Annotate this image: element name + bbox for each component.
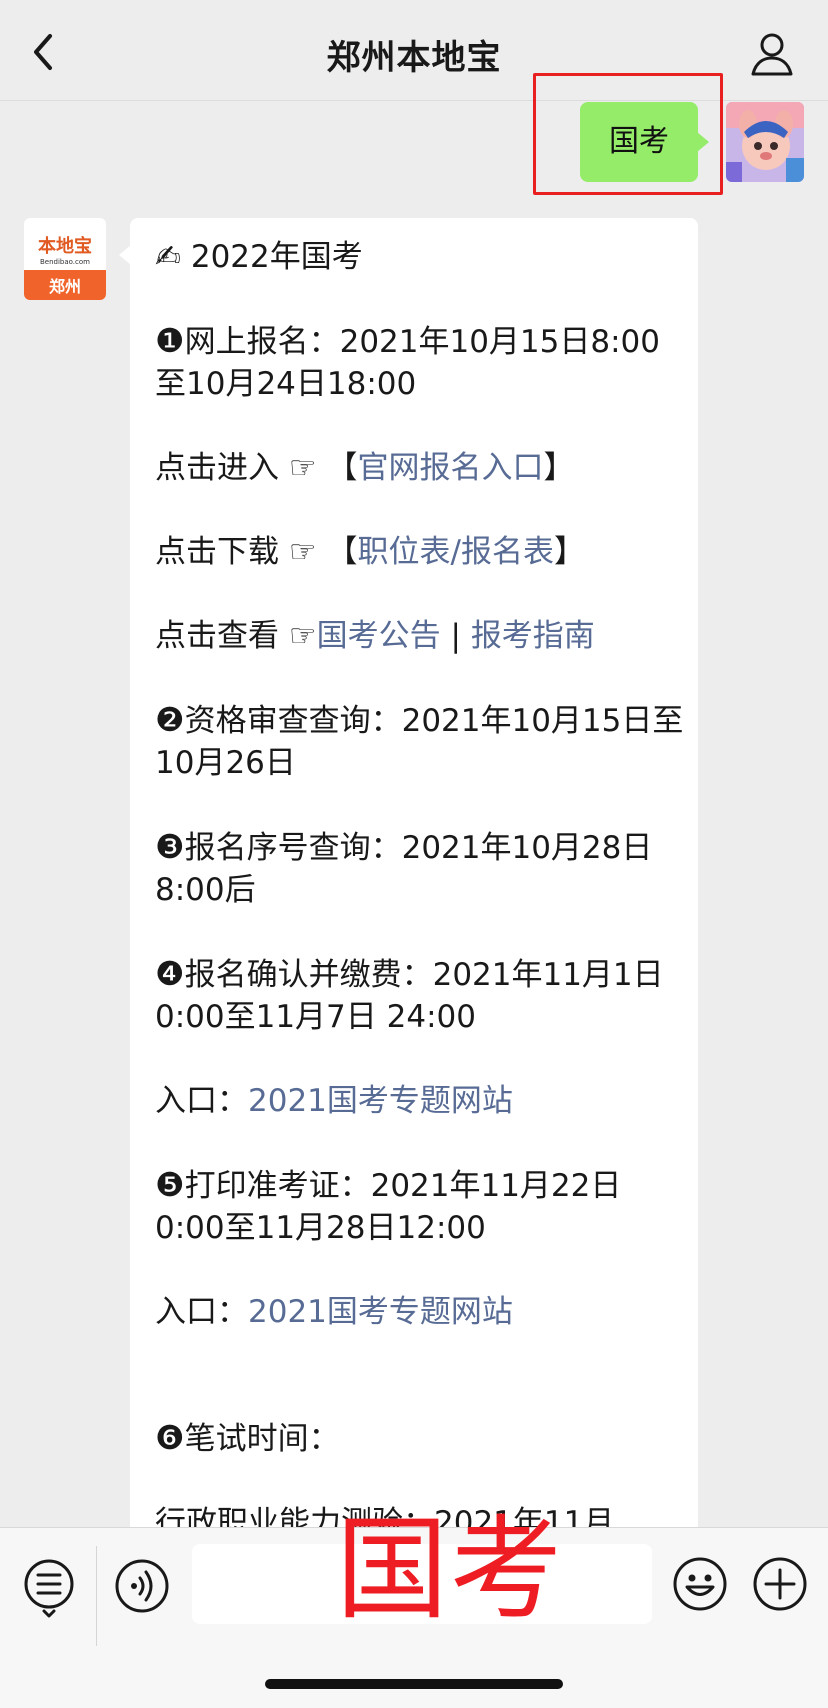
bot-message-bubble: ✍ 2022年国考 ❶网上报名：2021年10月15日8:00至10月24日18… (130, 218, 698, 1530)
bot-avatar-brand-text: 本地宝 (38, 235, 92, 257)
home-indicator (265, 1679, 563, 1689)
step-2-marker: ❷ (155, 700, 185, 739)
bot-avatar-city-text: 郑州 (49, 277, 81, 296)
view-prefix: 点击查看 ☞ (155, 618, 317, 654)
heading-text: 2022年国考 (190, 239, 363, 275)
profile-icon[interactable] (748, 30, 796, 78)
enter-line: 点击进入 ☞ 【官网报名入口】 (155, 447, 685, 489)
user-bubble-tail (697, 132, 709, 152)
step-6-text: 笔试时间： (184, 1421, 340, 1457)
user-message-bubble[interactable]: 国考 (580, 102, 698, 182)
plus-icon[interactable] (752, 1556, 808, 1612)
step-3-marker: ❸ (155, 827, 185, 866)
enter-prefix: 点击进入 ☞ 【 (155, 450, 358, 486)
download-line: 点击下载 ☞ 【职位表/报名表】 (155, 531, 685, 573)
overlay-caption: 国考 (336, 1505, 564, 1635)
view-line: 点击查看 ☞国考公告 | 报考指南 (155, 615, 685, 657)
position-table-link[interactable]: 职位表/报名表 (358, 534, 554, 570)
entry-line-2: 入口：2021国考专题网站 (155, 1291, 685, 1333)
step-2-text: 资格审查查询：2021年10月15日至10月26日 (155, 703, 684, 781)
bot-avatar[interactable]: 本地宝 Bendibao.com 郑州 (24, 218, 106, 300)
page-title: 郑州本地宝 (326, 38, 502, 78)
bar-divider (96, 1546, 97, 1646)
step-3-text: 报名序号查询：2021年10月28日8:00后 (155, 830, 653, 908)
writing-hand-icon: ✍ (155, 239, 181, 275)
voice-icon[interactable] (114, 1558, 170, 1614)
step-6-marker: ❻ (155, 1418, 185, 1457)
step-1-text: 网上报名：2021年10月15日8:00至10月24日18:00 (155, 324, 660, 402)
topic-site-link-2[interactable]: 2021国考专题网站 (248, 1294, 513, 1330)
step-6: ❻笔试时间： (155, 1417, 685, 1460)
official-registration-link[interactable]: 官网报名入口 (358, 450, 544, 486)
bot-message-body: ✍ 2022年国考 ❶网上报名：2021年10月15日8:00至10月24日18… (155, 236, 685, 1530)
entry-2-prefix: 入口： (155, 1294, 248, 1330)
step-4: ❹报名确认并缴费：2021年11月1日0:00至11月7日 24:00 (155, 953, 685, 1038)
emoji-icon[interactable] (672, 1556, 728, 1612)
entry-1-prefix: 入口： (155, 1083, 248, 1119)
step-4-marker: ❹ (155, 954, 185, 993)
announcement-link[interactable]: 国考公告 (317, 618, 441, 654)
step-2: ❷资格审查查询：2021年10月15日至10月26日 (155, 699, 685, 784)
message-heading: ✍ 2022年国考 (155, 236, 685, 278)
step-5: ❺打印准考证：2021年11月22日0:00至11月28日12:00 (155, 1164, 685, 1249)
step-1-marker: ❶ (155, 321, 185, 360)
menu-list-icon[interactable] (22, 1558, 76, 1618)
step-1: ❶网上报名：2021年10月15日8:00至10月24日18:00 (155, 320, 685, 405)
step-3: ❸报名序号查询：2021年10月28日8:00后 (155, 826, 685, 911)
topic-site-link-1[interactable]: 2021国考专题网站 (248, 1083, 513, 1119)
download-suffix: 】 (553, 534, 585, 570)
enter-suffix: 】 (543, 450, 575, 486)
entry-line-1: 入口：2021国考专题网站 (155, 1080, 685, 1122)
guide-link[interactable]: 报考指南 (471, 618, 595, 654)
step-5-marker: ❺ (155, 1165, 185, 1204)
view-separator: | (440, 618, 471, 654)
download-prefix: 点击下载 ☞ 【 (155, 534, 358, 570)
user-avatar[interactable] (726, 102, 804, 182)
step-5-text: 打印准考证：2021年11月22日0:00至11月28日12:00 (155, 1168, 622, 1246)
step-4-text: 报名确认并缴费：2021年11月1日0:00至11月7日 24:00 (155, 957, 664, 1035)
bot-avatar-url-text: Bendibao.com (40, 258, 90, 266)
